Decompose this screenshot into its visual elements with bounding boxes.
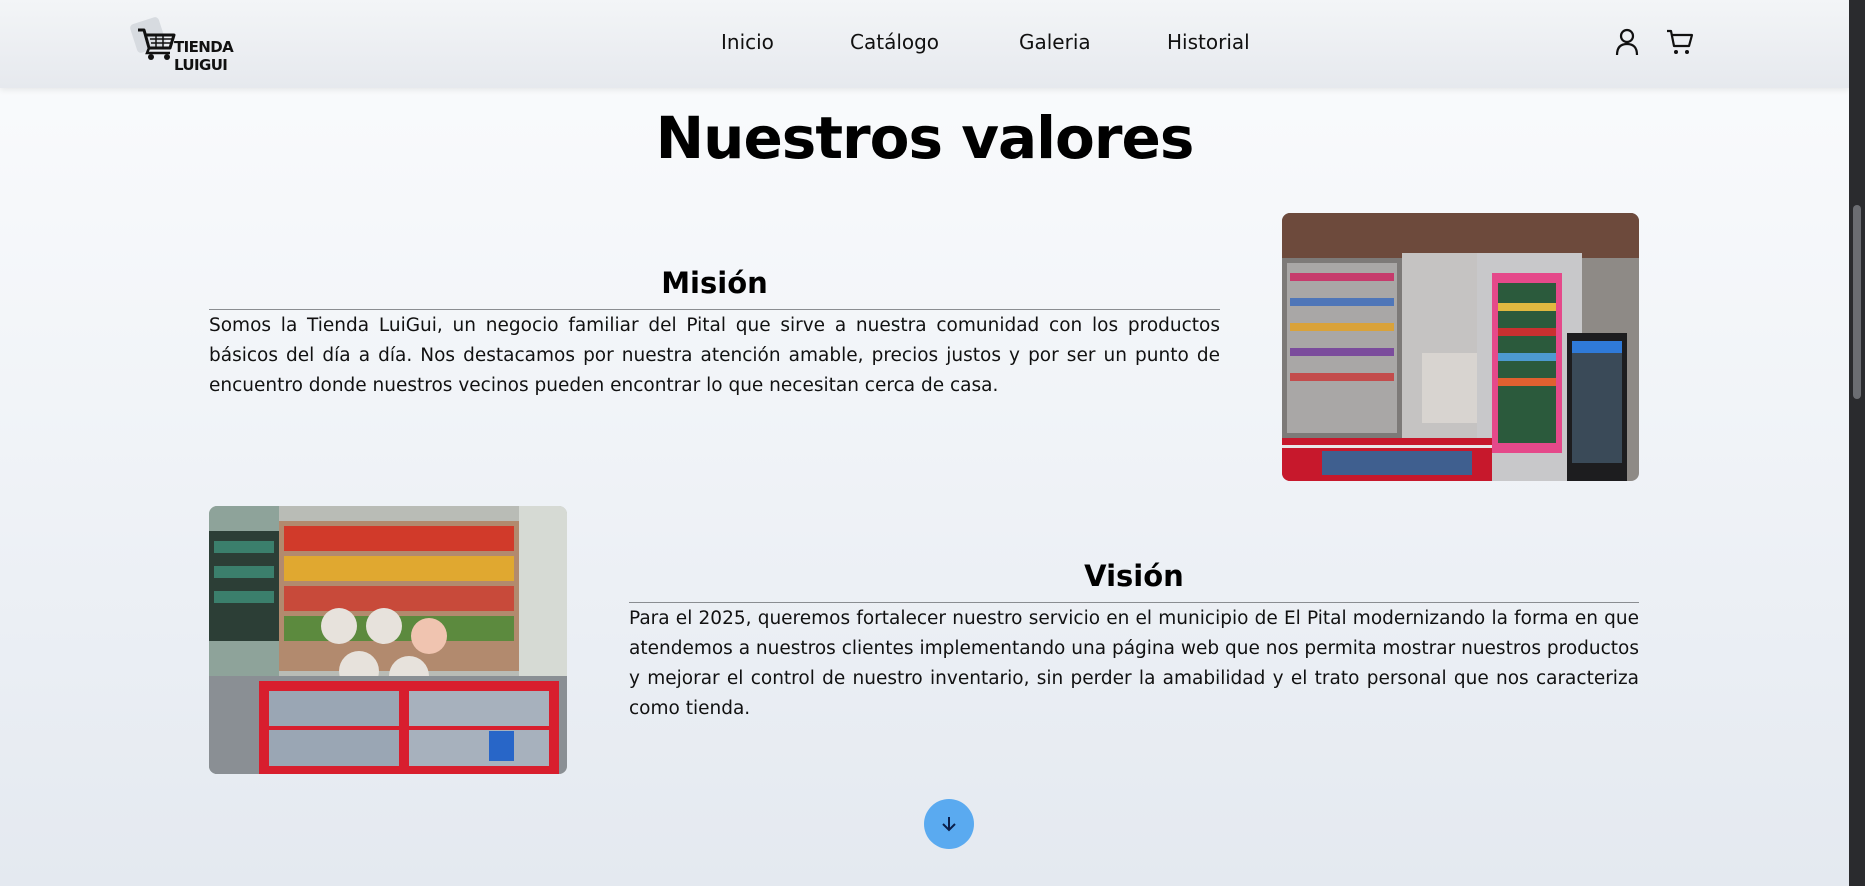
store-logo[interactable]: TIENDA LUIGUI xyxy=(129,16,290,74)
nav-galeria[interactable]: Galeria xyxy=(1019,30,1091,54)
mision-divider xyxy=(209,309,1220,310)
mision-text: Somos la Tienda LuiGui, un negocio famil… xyxy=(209,315,1220,396)
vision-divider xyxy=(629,602,1639,603)
vision-title: Visión xyxy=(1084,559,1184,593)
logo-text: TIENDA LUIGUI xyxy=(174,38,234,74)
store-shelves-illustration xyxy=(209,506,567,774)
nav-inicio[interactable]: Inicio xyxy=(721,30,774,54)
user-icon xyxy=(1615,28,1639,56)
page-title: Nuestros valores xyxy=(655,104,1195,172)
mision-title: Misión xyxy=(661,266,768,300)
store-interior-illustration xyxy=(1282,213,1639,481)
cart-icon xyxy=(1667,29,1694,54)
scroll-down-button[interactable] xyxy=(924,799,974,849)
scrollbar-thumb[interactable] xyxy=(1853,205,1861,399)
nav-catalogo[interactable]: Catálogo xyxy=(850,30,939,54)
top-navbar: TIENDA LUIGUI Inicio Catálogo Galeria Hi… xyxy=(0,0,1849,88)
store-shelves-photo xyxy=(209,506,567,774)
store-interior-photo xyxy=(1282,213,1639,481)
nav-historial[interactable]: Historial xyxy=(1167,30,1250,54)
cart-button[interactable] xyxy=(1665,27,1695,57)
arrow-down-icon xyxy=(942,817,956,832)
page: TIENDA LUIGUI Inicio Catálogo Galeria Hi… xyxy=(0,0,1849,886)
vision-text: Para el 2025, queremos fortalecer nuestr… xyxy=(629,608,1639,719)
cart-logo-icon xyxy=(138,28,176,60)
account-button[interactable] xyxy=(1612,27,1642,57)
page-scrollbar[interactable] xyxy=(1849,0,1865,886)
